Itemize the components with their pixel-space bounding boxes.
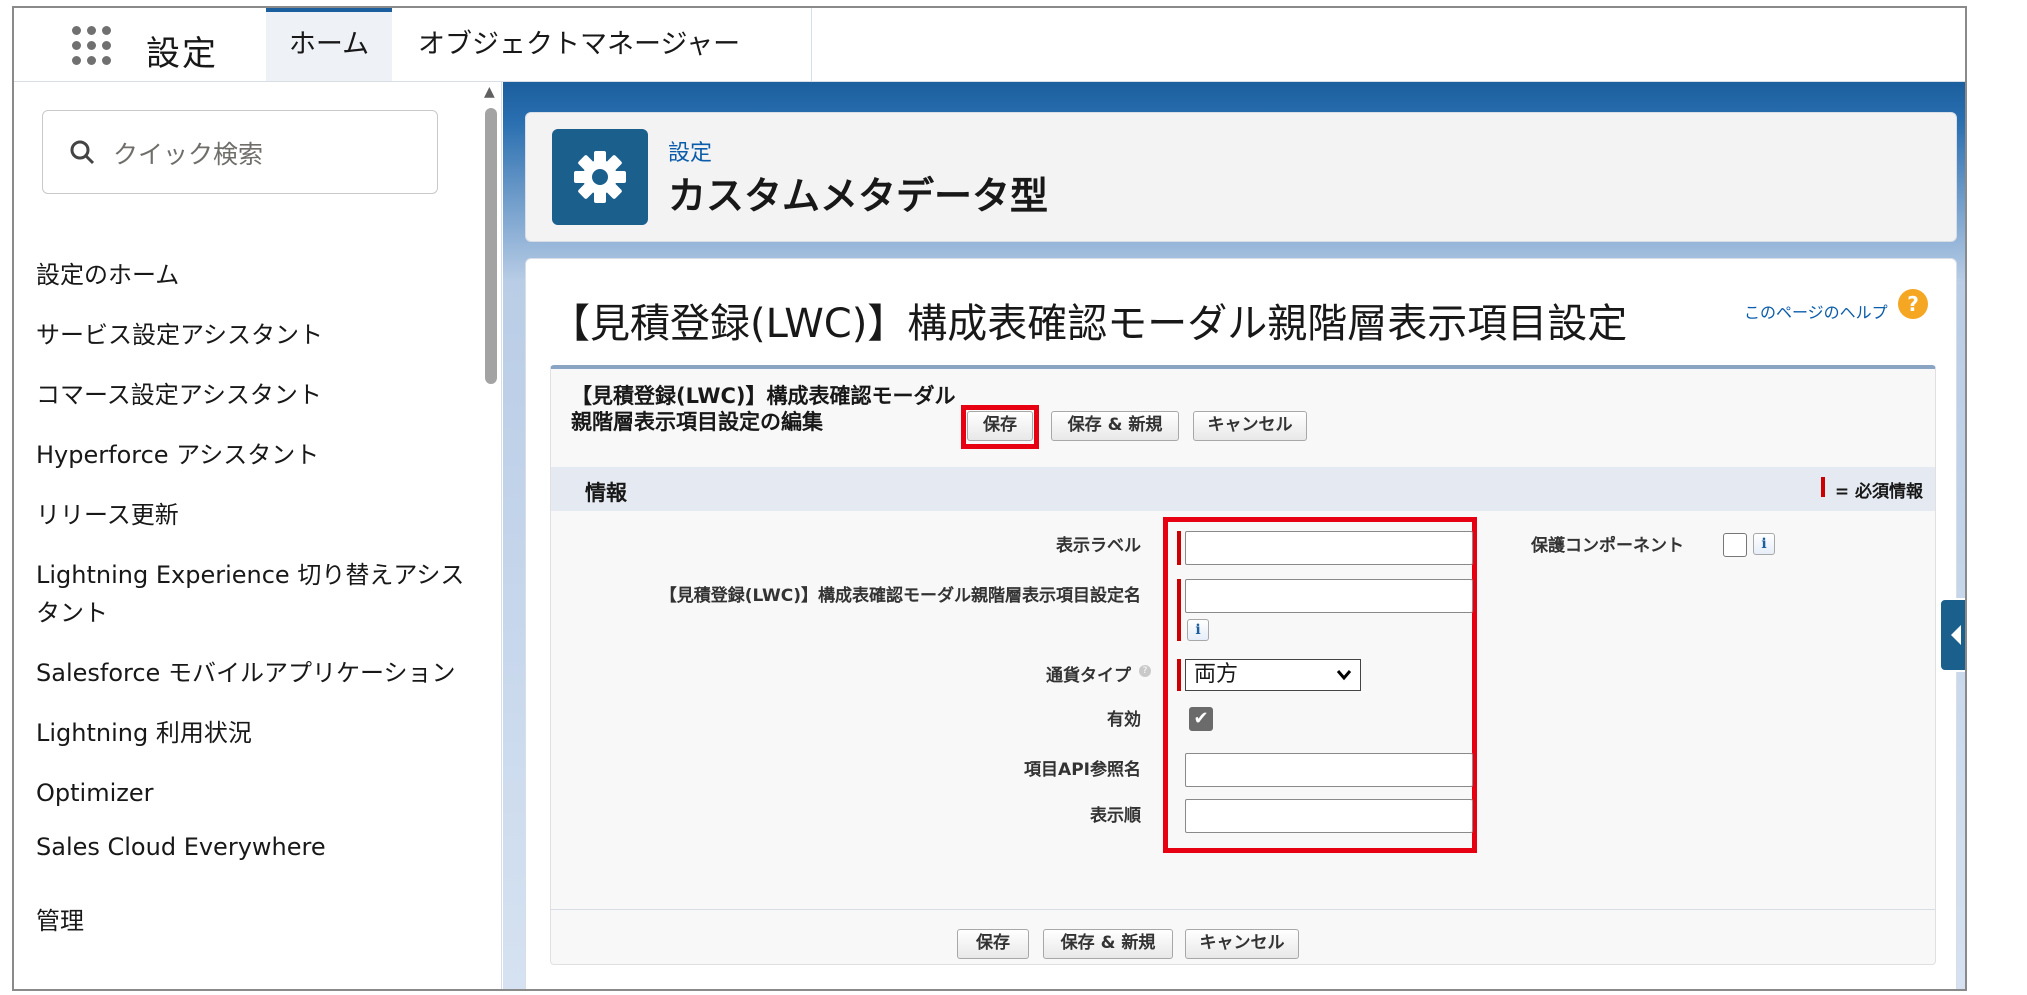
api-name-input[interactable] <box>1185 753 1473 787</box>
currency-type-select[interactable]: 両方 <box>1185 659 1361 691</box>
edit-form: 【見積登録(LWC)】構成表確認モーダル親階層表示項目設定の編集 保存 保存 &… <box>550 365 1936 965</box>
page-header-title: カスタムメタデータ型 <box>668 174 1049 218</box>
tab-home[interactable]: ホーム <box>266 8 392 81</box>
required-marker <box>1177 579 1181 641</box>
display-order-label: 表示順 <box>1090 806 1141 826</box>
breadcrumb[interactable]: 設定 <box>668 135 712 167</box>
quick-search-input[interactable]: クイック検索 <box>42 110 438 194</box>
sidebar-item-hyperforce[interactable]: Hyperforce アシスタント <box>36 436 476 474</box>
active-label: 有効 <box>1107 710 1141 730</box>
divider <box>551 909 1935 910</box>
currency-type-label: 通貨タイプ <box>1046 666 1131 686</box>
name-field-label: 【見積登録(LWC)】構成表確認モーダル親階層表示項目設定名 <box>659 586 1141 606</box>
page-title: 【見積登録(LWC)】構成表確認モーダル親階層表示項目設定 <box>550 301 1628 347</box>
help-question-icon[interactable]: ? <box>1139 665 1151 677</box>
page-header: 設定 カスタムメタデータ型 <box>525 112 1957 242</box>
sidebar-item-optimizer[interactable]: Optimizer <box>36 774 476 812</box>
app-name: 設定 <box>146 34 218 74</box>
active-checkbox[interactable]: ✔ <box>1189 707 1213 731</box>
help-link[interactable]: このページのヘルプ <box>1744 299 1888 323</box>
save-new-button-bottom[interactable]: 保存 & 新規 <box>1043 929 1173 959</box>
cancel-button-bottom[interactable]: キャンセル <box>1185 929 1299 959</box>
label-input[interactable] <box>1185 531 1473 565</box>
scroll-up-icon[interactable]: ▲ <box>484 84 495 100</box>
sidebar-item-commerce-setup[interactable]: コマース設定アシスタント <box>36 376 476 414</box>
label-field-label: 表示ラベル <box>1056 536 1141 556</box>
api-name-label: 項目API参照名 <box>1024 760 1141 780</box>
protected-component-label: 保護コンポーネント <box>1531 536 1684 556</box>
chevron-down-icon <box>1336 660 1352 700</box>
save-button-bottom[interactable]: 保存 <box>957 929 1029 959</box>
edit-page-card: 【見積登録(LWC)】構成表確認モーダル親階層表示項目設定 このページのヘルプ … <box>525 258 1957 989</box>
info-icon[interactable]: i <box>1753 533 1775 555</box>
cancel-button[interactable]: キャンセル <box>1193 411 1307 441</box>
sidebar-item-lightning-usage[interactable]: Lightning 利用状況 <box>36 714 476 752</box>
required-marker <box>1821 477 1825 497</box>
sidebar-item-mobile-app[interactable]: Salesforce モバイルアプリケーション <box>36 654 476 692</box>
sidebar-item-sales-cloud-everywhere[interactable]: Sales Cloud Everywhere <box>36 828 476 866</box>
main-content: 設定 カスタムメタデータ型 【見積登録(LWC)】構成表確認モーダル親階層表示項… <box>503 82 1965 989</box>
sidebar-item-release-updates[interactable]: リリース更新 <box>36 496 476 534</box>
setup-sidebar: クイック検索 設定のホーム サービス設定アシスタント コマース設定アシスタント … <box>14 82 502 989</box>
app-launcher-icon[interactable] <box>70 24 114 68</box>
setup-gear-icon <box>552 129 648 225</box>
panel-toggle[interactable] <box>1939 598 1965 672</box>
name-input[interactable] <box>1185 579 1473 613</box>
sidebar-item-service-setup[interactable]: サービス設定アシスタント <box>36 316 476 354</box>
sidebar-item-lightning-transition[interactable]: Lightning Experience 切り替えアシスタント <box>36 556 466 632</box>
search-placeholder: クイック検索 <box>113 140 264 169</box>
required-marker <box>1177 531 1181 565</box>
save-new-button[interactable]: 保存 & 新規 <box>1051 411 1179 441</box>
tab-object-manager[interactable]: オブジェクトマネージャー <box>396 8 812 124</box>
section-title: 情報 <box>585 481 627 505</box>
sidebar-item-setup-home[interactable]: 設定のホーム <box>36 256 476 294</box>
tab-object-manager-label: オブジェクトマネージャー <box>418 29 741 60</box>
section-header: 情報 = 必須情報 <box>551 467 1935 511</box>
sidebar-scrollbar[interactable]: ▲ <box>480 82 500 989</box>
required-marker <box>1177 659 1181 691</box>
search-icon <box>70 140 95 165</box>
save-button[interactable]: 保存 <box>967 411 1033 441</box>
scrollbar-thumb[interactable] <box>485 108 497 384</box>
protected-component-checkbox[interactable] <box>1723 533 1747 557</box>
chevron-left-icon <box>1951 625 1961 645</box>
required-note: = 必須情報 <box>1834 482 1923 502</box>
global-header: 設定 ホーム オブジェクトマネージャー <box>14 8 1965 124</box>
help-icon[interactable]: ? <box>1898 289 1928 319</box>
info-icon[interactable]: i <box>1187 619 1209 641</box>
display-order-input[interactable] <box>1185 799 1473 833</box>
edit-form-title: 【見積登録(LWC)】構成表確認モーダル親階層表示項目設定の編集 <box>571 384 956 434</box>
app-window: 設定 ホーム オブジェクトマネージャー クイック検索 設定のホーム サービス設定… <box>12 6 1967 991</box>
sidebar-section-admin: 管理 <box>36 907 84 935</box>
currency-type-value: 両方 <box>1194 662 1239 687</box>
